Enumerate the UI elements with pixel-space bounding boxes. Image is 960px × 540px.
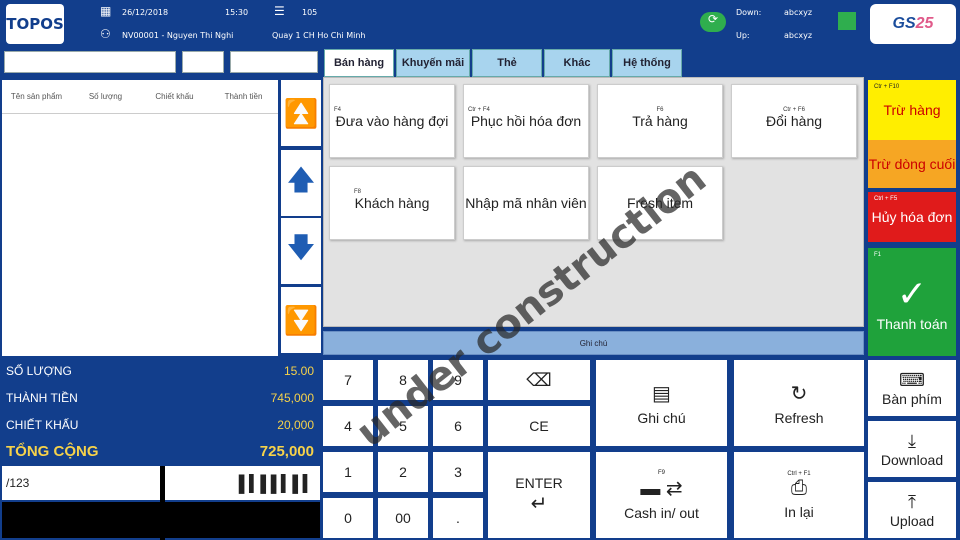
note-button[interactable]: ▤ Ghi chú — [596, 360, 727, 446]
exchange-button[interactable]: Ctr + F6 Đổi hàng — [731, 84, 857, 158]
key-2[interactable]: 2 — [378, 452, 428, 492]
app-logo: TOPOS — [6, 4, 64, 44]
download-button[interactable]: ⤓ Download — [868, 421, 956, 477]
calendar-icon: ▦ — [100, 4, 112, 18]
brand-logo: GS 25 — [870, 4, 956, 44]
list-icon: ☰ — [274, 4, 285, 18]
amount-value: 745,000 — [270, 391, 314, 405]
key-7[interactable]: 7 — [323, 360, 373, 400]
arrow-down-icon: 🡇 — [286, 232, 316, 263]
keyboard-button[interactable]: ⌨ Bàn phím — [868, 360, 956, 416]
display-divider — [160, 466, 165, 540]
price-input[interactable] — [230, 51, 318, 73]
grand-total-label: TỔNG CỘNG — [6, 443, 99, 460]
grand-total-row: TỔNG CỘNG 725,000 — [6, 443, 314, 460]
key-1[interactable]: 1 — [323, 452, 373, 492]
scroll-top-button[interactable]: ⏫ — [281, 80, 321, 146]
up-value: abcxyz — [784, 31, 813, 40]
key-3[interactable]: 3 — [433, 452, 483, 492]
tab-ban-hang[interactable]: Bán hàng — [324, 49, 394, 77]
arrow-up-icon: 🡅 — [286, 164, 316, 195]
counter-text: 105 — [302, 8, 318, 17]
enter-icon: ↵ — [530, 492, 548, 515]
qty-label: SỐ LƯỢNG — [6, 364, 72, 378]
keyboard-icon: ⌨ — [899, 369, 925, 390]
user-icon: ⚇ — [100, 27, 111, 41]
refresh-button[interactable]: ↻ Refresh — [734, 360, 864, 446]
discount-value: 20,000 — [277, 418, 314, 432]
up-label: Up: — [736, 31, 750, 40]
col-product-name: Tên sản phẩm — [10, 92, 63, 101]
col-discount: Chiết khấu — [155, 92, 194, 101]
note-icon: ▤ — [652, 382, 671, 405]
upload-icon: ⤒ — [908, 491, 916, 512]
note-bar[interactable]: Ghi chú — [323, 331, 864, 355]
scroll-bottom-button[interactable]: ⏬ — [281, 287, 321, 353]
refresh-icon: ↻ — [790, 382, 808, 405]
queue-button[interactable]: F4 Đưa vào hàng đợi — [329, 84, 455, 158]
upload-button[interactable]: ⤒ Upload — [868, 482, 956, 538]
key-00[interactable]: 00 — [378, 498, 428, 538]
down-value: abcxyz — [784, 8, 813, 17]
date-text: 26/12/2018 — [122, 8, 169, 17]
check-circle-icon: ✓ — [896, 273, 928, 314]
remove-last-line-button[interactable]: Trừ dòng cuối — [868, 140, 956, 188]
amount-label: THÀNH TIỀN — [6, 391, 78, 405]
qty-row: SỐ LƯỢNG 15.00 — [6, 364, 314, 378]
backspace-button[interactable]: ⌫ — [488, 360, 590, 400]
store-text: Quay 1 CH Ho Chi Minh — [272, 31, 366, 40]
sync-icon[interactable]: ⟳ — [700, 12, 726, 32]
list-header: Tên sản phẩm Số lượng Chiết khấu Thành t… — [2, 80, 278, 114]
time-text: 15:30 — [225, 8, 249, 17]
printer-icon: ⎙ — [791, 476, 807, 499]
scroll-down-button[interactable]: 🡇 — [281, 218, 321, 284]
key-0[interactable]: 0 — [323, 498, 373, 538]
return-button[interactable]: F6 Trả hàng — [597, 84, 723, 158]
tab-khuyen-mai[interactable]: Khuyến mãi — [396, 49, 470, 77]
barcode-input[interactable]: /123 — [2, 466, 160, 500]
col-quantity: Số lượng — [88, 92, 123, 101]
tab-he-thong[interactable]: Hệ thống — [612, 49, 682, 77]
qty-value: 15.00 — [283, 364, 314, 378]
employee-text: NV00001 - Nguyen Thi Nghi — [122, 31, 234, 40]
enter-button[interactable]: ENTER ↵ — [488, 452, 590, 538]
cash-in-out-button[interactable]: F9 ▬ ⇄ Cash in/ out — [596, 452, 727, 538]
network-status-icon — [838, 12, 856, 30]
key-6[interactable]: 6 — [433, 406, 483, 446]
tru-hang-button[interactable]: Ctr + F10 Trừ hàng — [868, 80, 956, 140]
product-search-input[interactable] — [4, 51, 176, 73]
ce-button[interactable]: CE — [488, 406, 590, 446]
double-down-icon: ⏬ — [283, 304, 319, 336]
double-up-icon: ⏫ — [283, 97, 319, 129]
tab-the[interactable]: Thẻ — [472, 49, 542, 77]
barcode-display: ▌▍▌▌▍▌▍ — [165, 466, 320, 500]
cash-drawer-icon: ▬ ⇄ — [640, 477, 683, 500]
backspace-icon: ⌫ — [526, 369, 552, 390]
key-dot[interactable]: . — [433, 498, 483, 538]
barcode-icon: ▌▍▌▌▍▌▍ — [238, 476, 315, 493]
payment-button[interactable]: F1 ✓ Thanh toán — [868, 248, 956, 356]
quantity-input[interactable] — [182, 51, 224, 73]
reprint-button[interactable]: Ctrl + F1 ⎙ In lại — [734, 452, 864, 538]
discount-row: CHIẾT KHẤU 20,000 — [6, 418, 314, 432]
col-amount: Thành tiền — [224, 92, 263, 101]
customer-button[interactable]: F8 Khách hàng — [329, 166, 455, 240]
discount-label: CHIẾT KHẤU — [6, 418, 79, 432]
tab-khac[interactable]: Khác — [544, 49, 610, 77]
down-label: Down: — [736, 8, 762, 17]
product-list[interactable]: Tên sản phẩm Số lượng Chiết khấu Thành t… — [2, 80, 278, 356]
grand-total-value: 725,000 — [259, 443, 314, 460]
restore-invoice-button[interactable]: Ctr + F4 Phục hồi hóa đơn — [463, 84, 589, 158]
download-icon: ⤓ — [908, 430, 916, 451]
amount-row: THÀNH TIỀN 745,000 — [6, 391, 314, 405]
employee-code-button[interactable]: Nhập mã nhân viên — [463, 166, 589, 240]
scroll-up-button[interactable]: 🡅 — [281, 150, 321, 216]
cancel-invoice-button[interactable]: Ctrl + F5 Hủy hóa đơn — [868, 192, 956, 242]
